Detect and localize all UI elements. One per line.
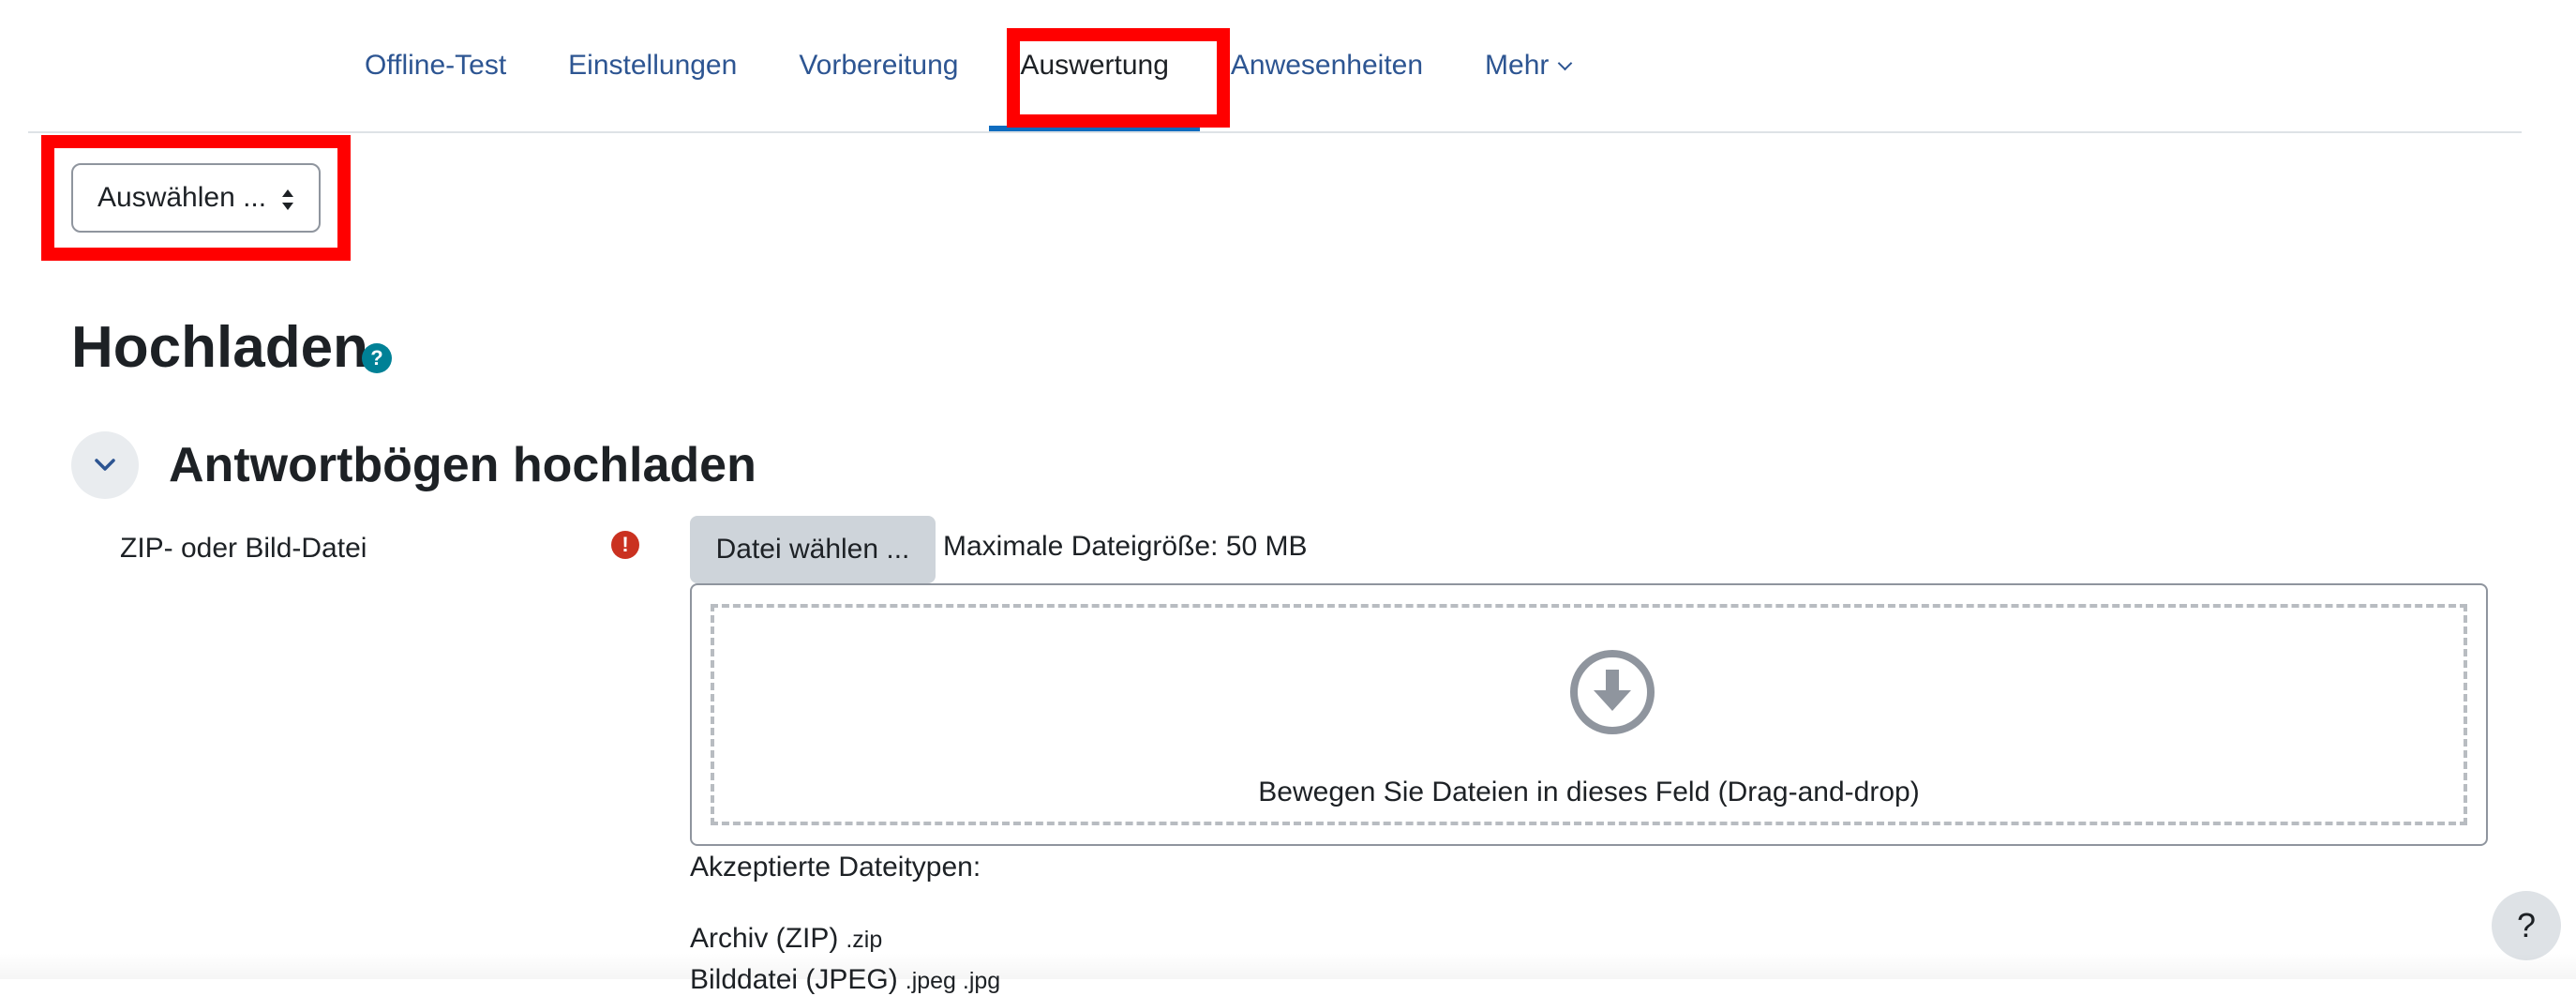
nav-einstellungen[interactable]: Einstellungen: [537, 0, 768, 131]
section-title: Antwortbögen hochladen: [169, 438, 756, 492]
secondary-navigation: Offline-Test Einstellungen Vorbereitung …: [334, 0, 1601, 131]
nav-auswertung-label: Auswertung: [1020, 50, 1169, 81]
choose-file-button[interactable]: Datei wählen ...: [690, 516, 936, 583]
chevron-down-icon: [1558, 55, 1573, 70]
nav-vorbereitung-label: Vorbereitung: [799, 50, 959, 81]
accepted-type-name: Archiv (ZIP): [690, 923, 839, 954]
nav-anwesenheiten[interactable]: Anwesenheiten: [1200, 0, 1454, 131]
page-title: Hochladen: [71, 315, 368, 380]
required-icon: !: [611, 531, 639, 559]
accepted-type-item: Bilddatei (JPEG) .jpeg .jpg: [690, 964, 1000, 996]
max-file-size: Maximale Dateigröße: 50 MB: [943, 531, 1308, 562]
dropzone-text: Bewegen Sie Dateien in dieses Feld (Drag…: [1258, 777, 1920, 807]
accepted-type-item: Archiv (ZIP) .zip: [690, 923, 882, 955]
nav-mehr-dropdown[interactable]: Mehr: [1454, 0, 1601, 131]
chevron-down-icon: [95, 459, 115, 471]
file-field-label: ZIP- oder Bild-Datei: [120, 533, 367, 564]
nav-divider: [28, 131, 2522, 133]
accepted-types-label: Akzeptierte Dateitypen:: [690, 852, 981, 883]
dropzone-dashed-area[interactable]: Bewegen Sie Dateien in dieses Feld (Drag…: [711, 604, 2467, 825]
sort-arrows-icon: [282, 189, 293, 210]
accepted-type-ext: .jpeg .jpg: [905, 968, 1001, 994]
nav-mehr-label: Mehr: [1485, 50, 1550, 81]
required-icon-glyph: !: [622, 533, 629, 556]
download-arrow-icon: [1570, 650, 1655, 734]
nav-auswertung[interactable]: Auswertung: [989, 0, 1201, 131]
section-collapse-button[interactable]: [71, 431, 139, 499]
nav-offline-test[interactable]: Offline-Test: [334, 0, 537, 131]
file-dropzone[interactable]: Bewegen Sie Dateien in dieses Feld (Drag…: [690, 583, 2488, 846]
report-select[interactable]: Auswählen ...: [71, 163, 321, 233]
nav-einstellungen-label: Einstellungen: [568, 50, 738, 81]
nav-offline-test-label: Offline-Test: [365, 50, 507, 81]
nav-anwesenheiten-label: Anwesenheiten: [1230, 50, 1424, 81]
bottom-shadow: [0, 953, 2576, 979]
help-icon[interactable]: ?: [362, 343, 392, 373]
accepted-type-ext: .zip: [846, 927, 883, 953]
help-icon-glyph: ?: [370, 346, 383, 370]
accepted-type-name: Bilddatei (JPEG): [690, 964, 898, 995]
nav-vorbereitung[interactable]: Vorbereitung: [768, 0, 989, 131]
help-fab-glyph: ?: [2516, 906, 2537, 944]
report-select-value: Auswählen ...: [97, 182, 267, 213]
help-floating-button[interactable]: ?: [2492, 891, 2561, 960]
